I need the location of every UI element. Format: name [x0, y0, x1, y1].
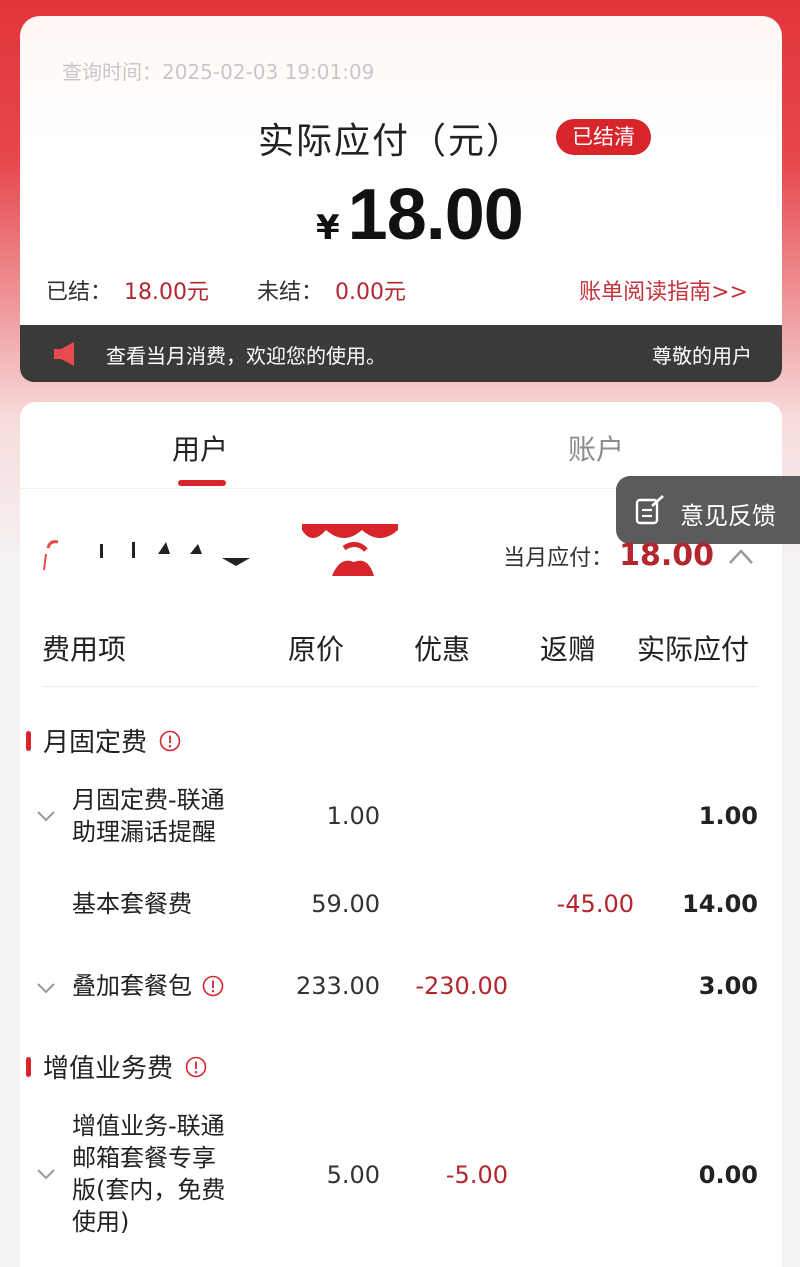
bill-guide-link[interactable]: 账单阅读指南>> — [579, 274, 748, 306]
section-value-added-fee: 增值业务费 — [26, 1048, 207, 1085]
fee-item-name-text: 叠加套餐包 — [72, 972, 192, 1000]
rebate-amount: -45.00 — [556, 890, 634, 918]
settled-value: 18.00元 — [124, 280, 209, 305]
query-time: 查询时间：2025-02-03 19:01:09 — [62, 60, 375, 84]
original-price: 233.00 — [296, 972, 380, 1000]
original-price: 5.00 — [326, 1161, 380, 1189]
total-amount: ¥ 18.00 — [316, 174, 524, 256]
unsettled-label: 未结： — [257, 280, 324, 305]
discount-amount: -230.00 — [415, 972, 508, 1000]
fee-item-name: 月固定费-联通 助理漏话提醒 — [72, 784, 225, 848]
chevron-down-icon[interactable] — [36, 1168, 56, 1180]
fee-item-name-line: 邮箱套餐专享 — [72, 1144, 216, 1172]
tab-user[interactable]: 用户 — [172, 428, 228, 468]
original-price: 59.00 — [311, 890, 380, 918]
col-header-original: 原价 — [288, 633, 345, 666]
bill-summary-card: 查询时间：2025-02-03 19:01:09 实际应付（元） 已结清 ¥ 1… — [20, 16, 782, 326]
payable-amount: 14.00 — [682, 890, 758, 918]
currency-symbol: ¥ — [316, 208, 340, 248]
status-badge: 已结清 — [556, 119, 651, 155]
amount-value: 18.00 — [347, 175, 524, 255]
masked-phone-number — [43, 524, 398, 576]
notice-user: 尊敬的用户 — [652, 344, 752, 368]
speaker-icon — [54, 342, 74, 366]
payable-amount: 0.00 — [698, 1161, 758, 1189]
fee-item-name: 增值业务-联通 邮箱套餐专享 版(套内，免费 使用) — [72, 1110, 225, 1238]
fee-item-name-line: 增值业务-联通 — [72, 1112, 225, 1140]
fee-item-name-line: 版(套内，免费 — [72, 1176, 226, 1204]
monthly-payable: 当月应付： 18.00 — [503, 538, 754, 573]
table-header-divider — [42, 686, 758, 687]
section-title: 月固定费 — [43, 728, 148, 758]
tab-account[interactable]: 账户 — [568, 428, 624, 468]
monthly-payable-value: 18.00 — [619, 538, 714, 573]
active-tab-indicator — [178, 480, 226, 486]
col-header-item: 费用项 — [42, 633, 127, 666]
fee-item-name: 叠加套餐包 — [72, 970, 224, 1002]
discount-amount: -5.00 — [445, 1161, 508, 1189]
fee-item-name-line: 月固定费-联通 — [72, 786, 225, 814]
info-icon[interactable] — [159, 730, 181, 752]
feedback-edit-icon — [635, 495, 664, 525]
chevron-down-icon[interactable] — [36, 982, 56, 994]
settled-label: 已结： — [46, 280, 113, 305]
col-header-discount: 优惠 — [414, 633, 471, 666]
amount-title: 实际应付（元） — [258, 121, 525, 162]
section-title: 增值业务费 — [43, 1054, 174, 1084]
feedback-button[interactable]: 意见反馈 — [616, 476, 800, 544]
section-marker — [26, 730, 31, 751]
unsettled-value: 0.00元 — [335, 280, 407, 305]
fee-item-name: 基本套餐费 — [72, 890, 192, 918]
feedback-label: 意见反馈 — [680, 502, 776, 530]
payable-amount: 1.00 — [698, 802, 758, 830]
col-header-payable: 实际应付 — [637, 633, 750, 666]
payable-amount: 3.00 — [698, 972, 758, 1000]
original-price: 1.00 — [326, 802, 380, 830]
col-header-rebate: 返赠 — [540, 633, 597, 666]
notice-bar: 查看当月消费，欢迎您的使用。 尊敬的用户 — [20, 325, 782, 382]
settlement-row: 已结： 18.00元 未结： 0.00元 — [46, 274, 406, 306]
fee-item-name-line: 使用) — [72, 1208, 130, 1236]
chevron-up-icon[interactable] — [728, 547, 754, 565]
info-icon[interactable] — [202, 975, 224, 997]
chevron-down-icon[interactable] — [36, 810, 56, 822]
fee-item-name-line: 助理漏话提醒 — [72, 818, 216, 846]
monthly-payable-label: 当月应付： — [503, 545, 614, 571]
notice-message: 查看当月消费，欢迎您的使用。 — [106, 344, 386, 368]
section-monthly-fee: 月固定费 — [26, 722, 181, 759]
info-icon[interactable] — [185, 1056, 207, 1078]
section-marker — [26, 1056, 31, 1077]
